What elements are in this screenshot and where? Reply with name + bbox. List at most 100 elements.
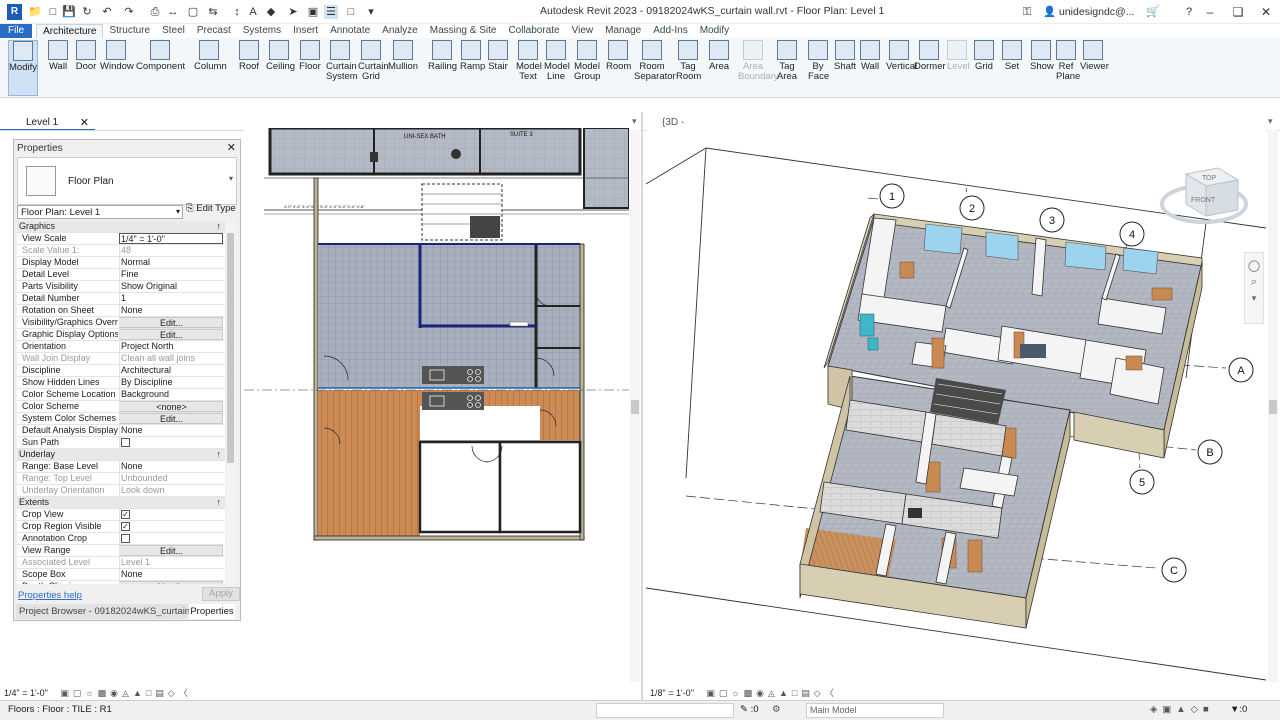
ribbon-door-button[interactable]: Door [74, 40, 98, 96]
grid-bubble[interactable]: 4 [1119, 221, 1145, 247]
open-file-icon[interactable]: □ [46, 5, 60, 19]
tab-menu-icon[interactable]: ▾ [632, 116, 637, 127]
ribbon-component-button[interactable]: Component [136, 40, 185, 96]
cart-icon[interactable]: 🛒 [1146, 5, 1160, 19]
restore-button[interactable]: ❏ [1228, 3, 1248, 21]
property-value[interactable]: Edit... [119, 413, 223, 424]
ribbon-tag-room-button[interactable]: Tag Room [676, 40, 701, 96]
open-icon[interactable]: 📁 [28, 5, 42, 19]
tab-annotate[interactable]: Annotate [324, 24, 376, 38]
property-value[interactable]: 1 [119, 293, 223, 304]
tab-manage[interactable]: Manage [599, 24, 647, 38]
properties-help-link[interactable]: Properties help [18, 590, 82, 601]
ribbon-room-button[interactable]: Room [606, 40, 631, 96]
grid-bubble[interactable]: A [1228, 357, 1254, 383]
ribbon-show-button[interactable]: Show [1030, 40, 1054, 96]
property-value[interactable]: By Discipline [119, 377, 223, 388]
ribbon-stair-button[interactable]: Stair [487, 40, 509, 96]
text-icon[interactable]: A [246, 5, 260, 19]
tab-steel[interactable]: Steel [156, 24, 191, 38]
ribbon-dormer-button[interactable]: Dormer [914, 40, 946, 96]
ribbon-railing-button[interactable]: Railing [428, 40, 457, 96]
navigation-bar[interactable]: ◯ ⌕ ▾ [1244, 252, 1264, 324]
grid-bubble[interactable]: 5 [1129, 469, 1155, 495]
ribbon-shaft-button[interactable]: Shaft [834, 40, 856, 96]
property-value[interactable]: No clip [119, 581, 223, 584]
grid-bubble[interactable]: B [1197, 439, 1223, 465]
property-value[interactable]: Project North [119, 341, 223, 352]
property-section[interactable]: Extents ↑ [17, 497, 225, 509]
tab-structure[interactable]: Structure [103, 24, 156, 38]
properties-scrollbar[interactable] [226, 221, 235, 584]
close-icon[interactable]: ✕ [227, 141, 236, 154]
ribbon-column-button[interactable]: Column [194, 40, 227, 96]
edit-type-button[interactable]: ⎘ Edit Type [186, 203, 236, 214]
ribbon-room-separator-button[interactable]: Room Separator [634, 40, 676, 96]
undo-icon[interactable]: ↶ [100, 5, 114, 19]
ribbon-vertical-button[interactable]: Vertical [886, 40, 917, 96]
ribbon-floor-button[interactable]: Floor [298, 40, 322, 96]
checkbox[interactable]: ✓ [121, 522, 130, 531]
scroll-thumb[interactable] [631, 400, 639, 414]
instance-filter-select[interactable]: Floor Plan: Level 1 ▾ [17, 205, 183, 219]
measure-icon[interactable]: ↔ [166, 5, 180, 19]
chevron-down-icon[interactable]: ▾ [229, 174, 233, 183]
sync-icon[interactable]: ↻ [80, 5, 94, 19]
property-section[interactable]: Underlay ↑ [17, 449, 225, 461]
minimize-button[interactable]: – [1200, 3, 1220, 21]
ribbon-mullion-button[interactable]: Mullion [388, 40, 418, 96]
checkbox[interactable]: ✓ [121, 510, 130, 519]
switch-windows-icon[interactable]: □ [344, 5, 358, 19]
close-hidden-icon[interactable]: ▣ [306, 5, 320, 19]
property-value[interactable] [119, 437, 223, 448]
property-value[interactable]: <none> [119, 401, 223, 412]
print-icon[interactable]: ⎙ [148, 5, 162, 19]
view-tab-level-1[interactable]: Level 1 ✕ [0, 113, 95, 131]
property-value[interactable]: Show Original [119, 281, 223, 292]
ribbon-curtain-system-button[interactable]: Curtain System [326, 40, 358, 96]
view-controls-icons[interactable]: ▣▢☼▩◉◬▲□▤◇〈 [60, 688, 191, 698]
scroll-thumb[interactable] [227, 233, 234, 463]
close-icon[interactable]: ✕ [80, 116, 89, 129]
account-name[interactable]: 👤 unidesigndc@... [1043, 5, 1134, 18]
3d-view[interactable]: 1 2 3 4 A B 5 C TOP FRONT ◯ ⌕ ▾ [646, 128, 1266, 684]
workset-select[interactable] [596, 703, 734, 718]
property-value[interactable]: Architectural [119, 365, 223, 376]
tab-insert[interactable]: Insert [287, 24, 324, 38]
ribbon-ceiling-button[interactable]: Ceiling [266, 40, 295, 96]
property-value[interactable]: None [119, 425, 223, 436]
viewcube[interactable]: TOP FRONT [1160, 167, 1248, 224]
property-value[interactable]: Fine [119, 269, 223, 280]
filter-icon[interactable]: ▼:0 [1230, 704, 1247, 715]
section-icon[interactable]: ◆ [264, 5, 278, 19]
property-value[interactable]: ✓ [119, 509, 223, 520]
tab-modify[interactable]: Modify [694, 24, 735, 38]
property-value[interactable]: Normal [119, 257, 223, 268]
grid-bubble[interactable]: 1 [879, 183, 905, 209]
3d-view-icon[interactable]: ➤ [286, 5, 300, 19]
steering-wheel-icon[interactable]: ◯ [1245, 259, 1263, 272]
view-scale[interactable]: 1/4" = 1'-0" [4, 688, 48, 698]
ribbon-wall-button[interactable]: Wall [46, 40, 70, 96]
tab-systems[interactable]: Systems [237, 24, 287, 38]
checkbox[interactable] [121, 534, 130, 543]
property-value[interactable]: Edit... [119, 329, 223, 340]
ribbon-area-boundary-button[interactable]: Area Boundary [738, 40, 779, 96]
dimension-icon[interactable]: ⇆ [206, 5, 220, 19]
view-scale[interactable]: 1/8" = 1'-0" [650, 688, 694, 698]
property-value[interactable]: Background [119, 389, 223, 400]
checkbox[interactable] [121, 438, 130, 447]
tab-precast[interactable]: Precast [191, 24, 237, 38]
ribbon-tag-area-button[interactable]: Tag Area [776, 40, 798, 96]
ribbon-roof-button[interactable]: Roof [238, 40, 260, 96]
ribbon-level-button[interactable]: Level [947, 40, 970, 96]
property-value[interactable]: Edit... [119, 545, 223, 556]
save-icon[interactable]: 💾 [62, 5, 76, 19]
tab-add-ins[interactable]: Add-Ins [647, 24, 693, 38]
3d-scrollbar[interactable] [1268, 130, 1278, 682]
ribbon-modify-button[interactable]: Modify [8, 40, 38, 96]
ribbon-area-button[interactable]: Area [708, 40, 730, 96]
close-button[interactable]: ✕ [1256, 3, 1276, 21]
properties-tab[interactable]: Properties [189, 604, 235, 619]
binoculars-icon[interactable]: ⚿ [1020, 5, 1034, 19]
